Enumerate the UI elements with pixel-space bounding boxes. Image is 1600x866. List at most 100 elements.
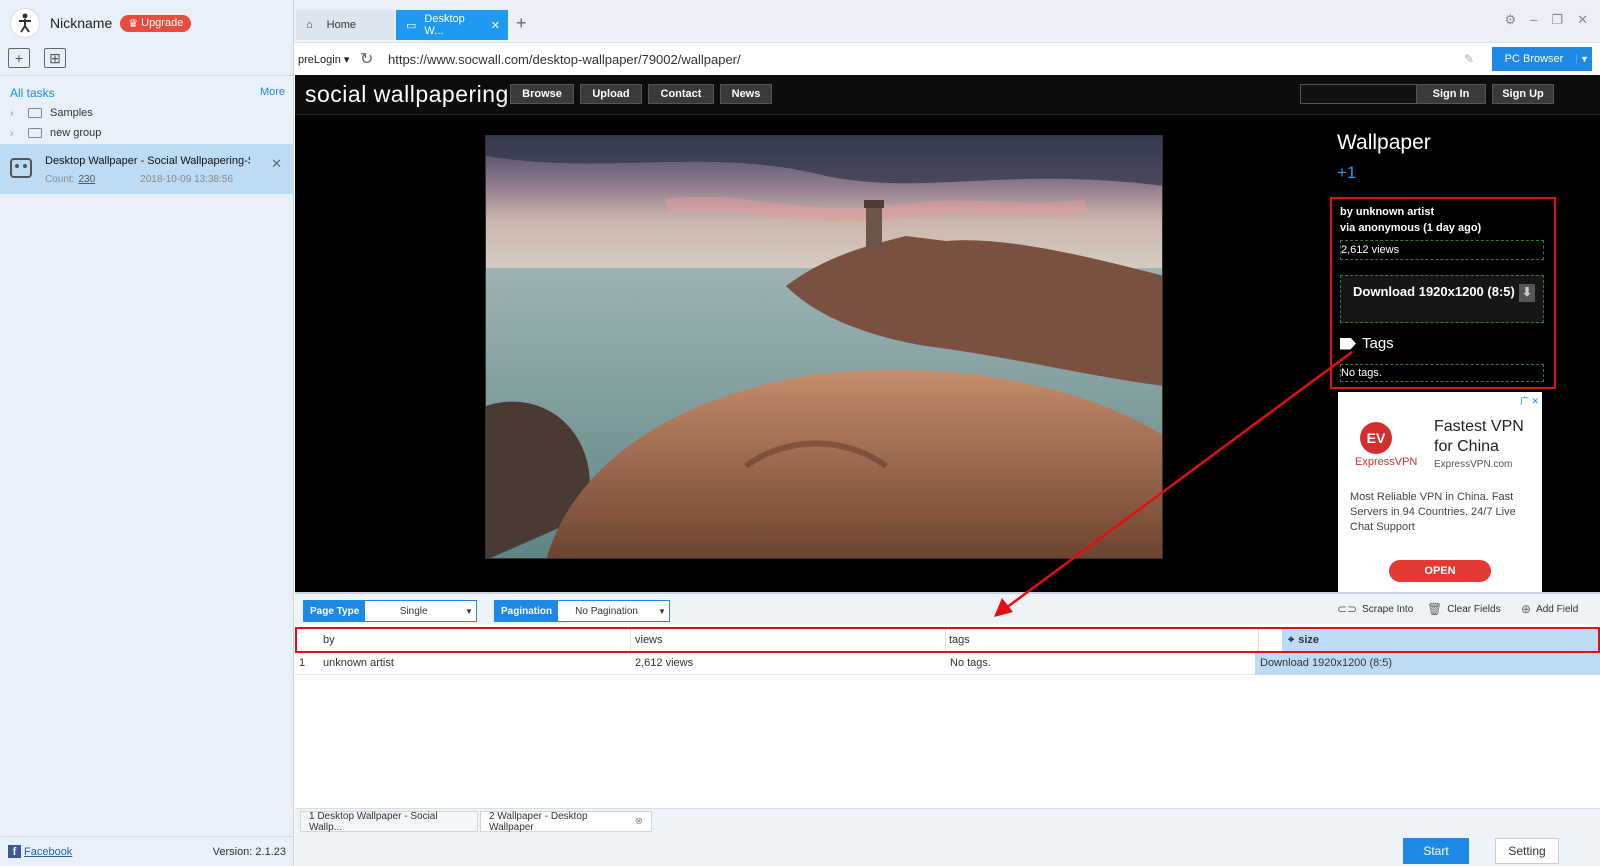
- page-tab-1[interactable]: 1 Desktop Wallpaper - Social Wallp...: [300, 811, 478, 833]
- gear-icon[interactable]: ⚙: [1505, 12, 1517, 28]
- task-count[interactable]: 230: [78, 174, 95, 185]
- clear-fields-button[interactable]: 🗑 Clear Fields: [1427, 602, 1501, 616]
- sidebar-group-samples[interactable]: › Samples: [10, 104, 93, 122]
- close-icon[interactable]: ✕: [1577, 12, 1588, 28]
- sidebar-group-new-group[interactable]: › new group: [10, 124, 101, 142]
- sidebar-tools: + ⊞: [8, 48, 66, 68]
- upgrade-button[interactable]: ♛ Upgrade: [120, 14, 192, 32]
- cell-size[interactable]: Download 1920x1200 (8:5): [1255, 653, 1600, 675]
- task-meta: Count: 230 2018-10-09 13:38:56: [45, 174, 233, 185]
- tags-heading: Tags: [1340, 335, 1394, 352]
- refresh-icon[interactable]: ↻: [360, 49, 382, 69]
- scrape-into-button[interactable]: ⊂⊃ Scrape Into: [1337, 602, 1413, 616]
- new-group-icon[interactable]: ⊞: [44, 48, 66, 68]
- ad-banner[interactable]: 广 ✕ EV ExpressVPN Fastest VPN for China …: [1338, 392, 1542, 592]
- tags-label: Tags: [1362, 335, 1394, 352]
- task-item[interactable]: Desktop Wallpaper - Social Wallpapering-…: [0, 144, 294, 194]
- pagination-select[interactable]: Pagination No Pagination ▼: [494, 600, 670, 622]
- clear-fields-label: Clear Fields: [1447, 603, 1501, 615]
- sidebar: Nickname ♛ Upgrade + ⊞ All tasks More › S…: [0, 0, 294, 866]
- user-row: Nickname ♛ Upgrade: [10, 8, 192, 38]
- ad-title[interactable]: Fastest VPN for China: [1434, 417, 1539, 457]
- sign-up-button[interactable]: Sign Up: [1492, 84, 1554, 104]
- no-tags-text[interactable]: No tags.: [1340, 364, 1544, 382]
- column-header-views[interactable]: views: [635, 634, 663, 646]
- column-header-tags[interactable]: tags: [949, 634, 970, 646]
- task-title: Desktop Wallpaper - Social Wallpapering-…: [45, 155, 250, 167]
- new-tab-icon[interactable]: +: [516, 13, 527, 34]
- site-search-input[interactable]: ⚲: [1300, 84, 1432, 104]
- chevron-down-icon[interactable]: ▼: [1576, 54, 1592, 64]
- nav-contact[interactable]: Contact: [648, 84, 714, 104]
- page-tab-2[interactable]: 2 Wallpaper - Desktop Wallpaper ⊗: [480, 811, 652, 833]
- nav-upload[interactable]: Upload: [580, 84, 642, 104]
- nav-news[interactable]: News: [720, 84, 772, 104]
- prelogin-dropdown[interactable]: preLogin ▾: [294, 53, 354, 66]
- crown-icon: ♛: [128, 17, 139, 30]
- pagination-value: No Pagination: [575, 605, 638, 617]
- cell-tags[interactable]: No tags.: [950, 657, 991, 669]
- download-button[interactable]: Download 1920x1200 (8:5) ⬇: [1340, 275, 1544, 323]
- ad-text: Most Reliable VPN in China. Fast Servers…: [1350, 491, 1516, 533]
- ad-open-button[interactable]: OPEN: [1389, 560, 1491, 582]
- task-date: 2018-10-09 13:38:56: [140, 174, 234, 185]
- version-text: Version: 2.1.23: [212, 845, 286, 858]
- all-tasks-link[interactable]: All tasks: [10, 86, 55, 100]
- tab-label: Home: [326, 19, 356, 31]
- facebook-link[interactable]: f Facebook: [8, 845, 72, 858]
- expressvpn-logo-icon: EV: [1360, 422, 1392, 454]
- group-label: new group: [50, 127, 102, 139]
- crosshair-icon: ⌖: [1288, 633, 1295, 646]
- pencil-icon[interactable]: ✎: [1464, 52, 1474, 66]
- nickname[interactable]: Nickname: [50, 15, 112, 31]
- column-header-size[interactable]: ⌖ size: [1282, 629, 1598, 651]
- close-icon[interactable]: ⊗: [635, 816, 643, 827]
- tab-home[interactable]: ⌂ Home: [296, 10, 394, 40]
- column-divider[interactable]: [630, 629, 631, 651]
- cell-views[interactable]: 2,612 views: [635, 657, 693, 669]
- via-line[interactable]: via anonymous (1 day ago): [1340, 220, 1481, 236]
- ad-domain: ExpressVPN.com: [1434, 459, 1513, 470]
- nav-browse[interactable]: Browse: [510, 84, 574, 104]
- minimize-icon[interactable]: –: [1530, 12, 1537, 28]
- cell-by[interactable]: unknown artist: [323, 657, 394, 669]
- extraction-panel: Page Type Single ▼ Pagination No Paginat…: [295, 592, 1600, 866]
- new-task-icon[interactable]: +: [8, 48, 30, 68]
- add-field-button[interactable]: ⊕ Add Field: [1521, 602, 1578, 616]
- add-field-label: Add Field: [1536, 603, 1579, 615]
- close-icon[interactable]: ✕: [271, 156, 282, 172]
- facebook-label: Facebook: [24, 845, 73, 858]
- facebook-icon: f: [8, 845, 21, 858]
- site-logo[interactable]: social wallpapering: [305, 81, 509, 108]
- trash-icon: 🗑: [1427, 602, 1443, 616]
- tag-icon: [1340, 337, 1356, 350]
- column-header-by[interactable]: by: [323, 634, 335, 646]
- pagination-label: Pagination: [495, 601, 559, 621]
- column-divider[interactable]: [1258, 629, 1259, 651]
- sign-in-button[interactable]: Sign In: [1416, 84, 1486, 104]
- setting-button[interactable]: Setting: [1495, 838, 1559, 864]
- address-bar: preLogin ▾ ↻ https://www.socwall.com/des…: [294, 42, 1600, 75]
- start-button[interactable]: Start: [1403, 838, 1469, 864]
- maximize-icon[interactable]: ❐: [1551, 12, 1563, 28]
- data-grid: by views tags ⌖ size 1 unknown artist 2,…: [295, 627, 1600, 675]
- avatar[interactable]: [10, 8, 40, 38]
- ad-choices-icon[interactable]: 广 ✕: [1520, 394, 1539, 407]
- window-controls: ⚙ – ❐ ✕: [1505, 12, 1588, 28]
- page-type-select[interactable]: Page Type Single ▼: [303, 600, 477, 622]
- chevron-right-icon: ›: [10, 127, 14, 139]
- column-divider[interactable]: [945, 629, 946, 651]
- pc-browser-button[interactable]: PC Browser ▼: [1492, 47, 1592, 71]
- more-link[interactable]: More: [260, 86, 285, 100]
- url-input[interactable]: https://www.socwall.com/desktop-wallpape…: [388, 52, 1464, 67]
- tasks-header: All tasks More: [10, 86, 285, 100]
- table-row[interactable]: 1 unknown artist 2,612 views No tags. Do…: [295, 653, 1600, 675]
- group-label: Samples: [50, 107, 93, 119]
- wallpaper-image[interactable]: [485, 135, 1163, 559]
- close-icon[interactable]: ✕: [491, 19, 500, 32]
- plus-one-button[interactable]: +1: [1337, 163, 1557, 183]
- by-line[interactable]: by unknown artist: [1340, 204, 1481, 220]
- views-count[interactable]: 2,612 views: [1340, 240, 1544, 260]
- panel-footer: Start Setting: [295, 832, 1600, 866]
- tab-desktop-wallpaper[interactable]: ▭ Desktop W... ✕: [396, 10, 508, 40]
